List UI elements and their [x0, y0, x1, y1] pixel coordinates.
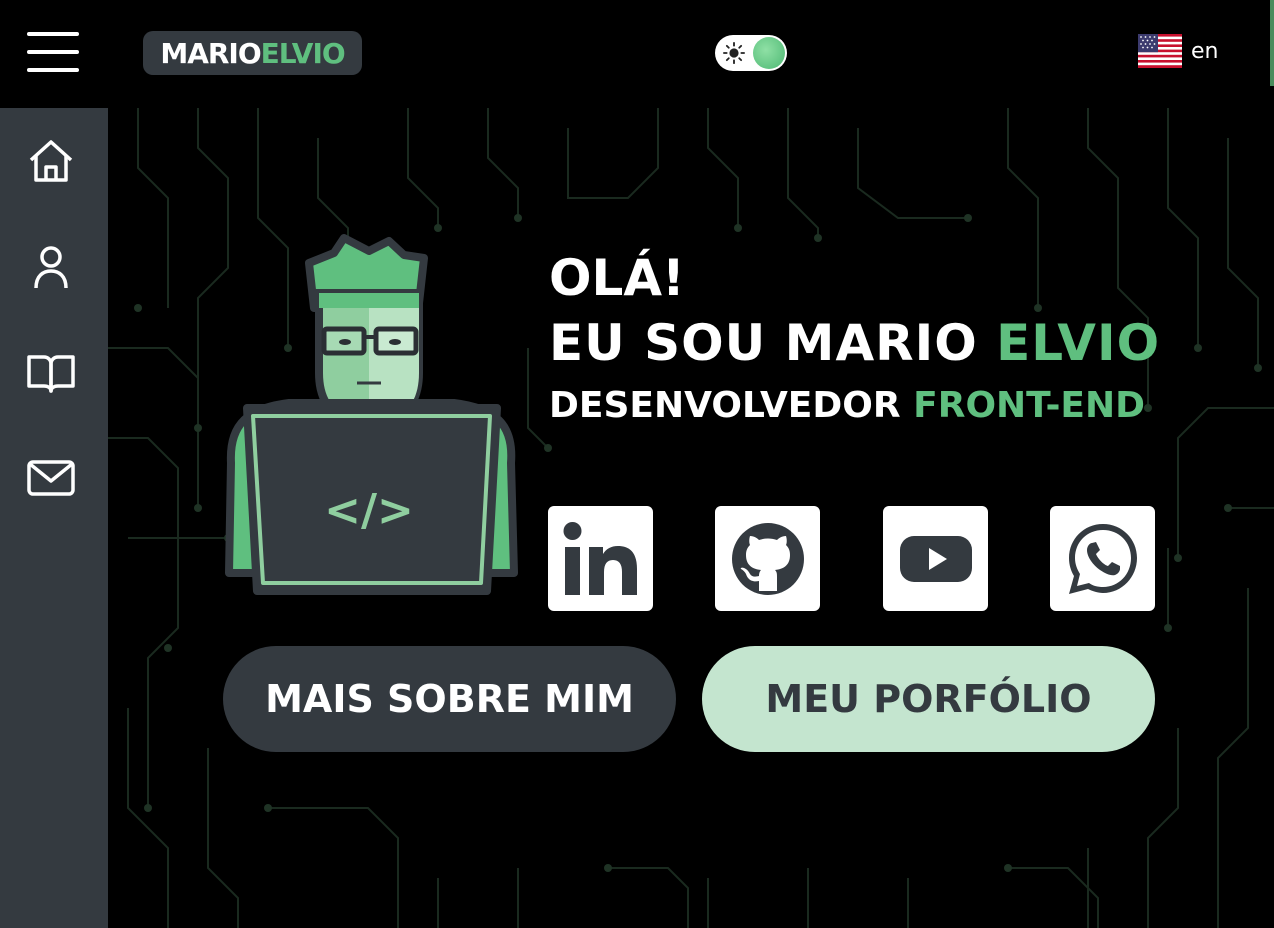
home-icon [29, 140, 73, 182]
sidebar [0, 108, 108, 928]
role-highlight: FRONT-END [913, 385, 1145, 426]
intro-prefix: EU SOU MARIO [549, 314, 997, 372]
hamburger-menu-icon[interactable] [27, 30, 79, 74]
toggle-knob [753, 37, 785, 69]
avatar-code-text: </> [324, 485, 414, 536]
hero-section: </> OLÁ! EU SOU MARIO ELVIO DESENVOLVEDO… [108, 108, 1274, 928]
book-icon [27, 355, 75, 393]
sidebar-item-about[interactable] [24, 240, 78, 294]
us-flag-icon [1138, 34, 1182, 68]
role-prefix: DESENVOLVEDOR [549, 385, 914, 426]
youtube-icon [899, 535, 972, 582]
github-link[interactable] [715, 506, 820, 611]
social-links [548, 506, 1156, 611]
logo-first: MARIO [160, 36, 261, 70]
developer-avatar-illustration: </> [225, 234, 518, 595]
hero-headline: OLÁ! EU SOU MARIO ELVIO DESENVOLVEDOR FR… [549, 248, 1160, 434]
scrollbar-edge [1270, 0, 1274, 86]
sidebar-item-contact[interactable] [24, 450, 78, 504]
language-selector[interactable]: en [1138, 34, 1218, 68]
linkedin-link[interactable] [548, 506, 653, 611]
role-text: DESENVOLVEDOR FRONT-END [549, 378, 1160, 434]
name-highlight: ELVIO [996, 314, 1161, 372]
sidebar-item-portfolio[interactable] [24, 345, 78, 399]
whatsapp-icon [1068, 523, 1137, 594]
intro-text: EU SOU MARIO ELVIO [549, 308, 1160, 378]
theme-toggle[interactable] [715, 35, 787, 71]
user-icon [34, 246, 68, 289]
site-logo[interactable]: MARIO ELVIO [143, 31, 362, 75]
whatsapp-link[interactable] [1050, 506, 1155, 611]
language-label: en [1191, 38, 1219, 64]
top-bar: MARIO ELVIO en [0, 0, 1274, 108]
sun-icon [723, 42, 745, 64]
greeting-text: OLÁ! [549, 249, 685, 307]
github-icon [731, 522, 804, 595]
mail-icon [27, 460, 75, 496]
linkedin-icon [563, 521, 637, 595]
youtube-link[interactable] [883, 506, 988, 611]
portfolio-button[interactable]: MEU PORFÓLIO [702, 646, 1155, 752]
logo-second: ELVIO [260, 36, 346, 70]
about-me-button[interactable]: MAIS SOBRE MIM [223, 646, 676, 752]
sidebar-item-home[interactable] [24, 134, 78, 188]
